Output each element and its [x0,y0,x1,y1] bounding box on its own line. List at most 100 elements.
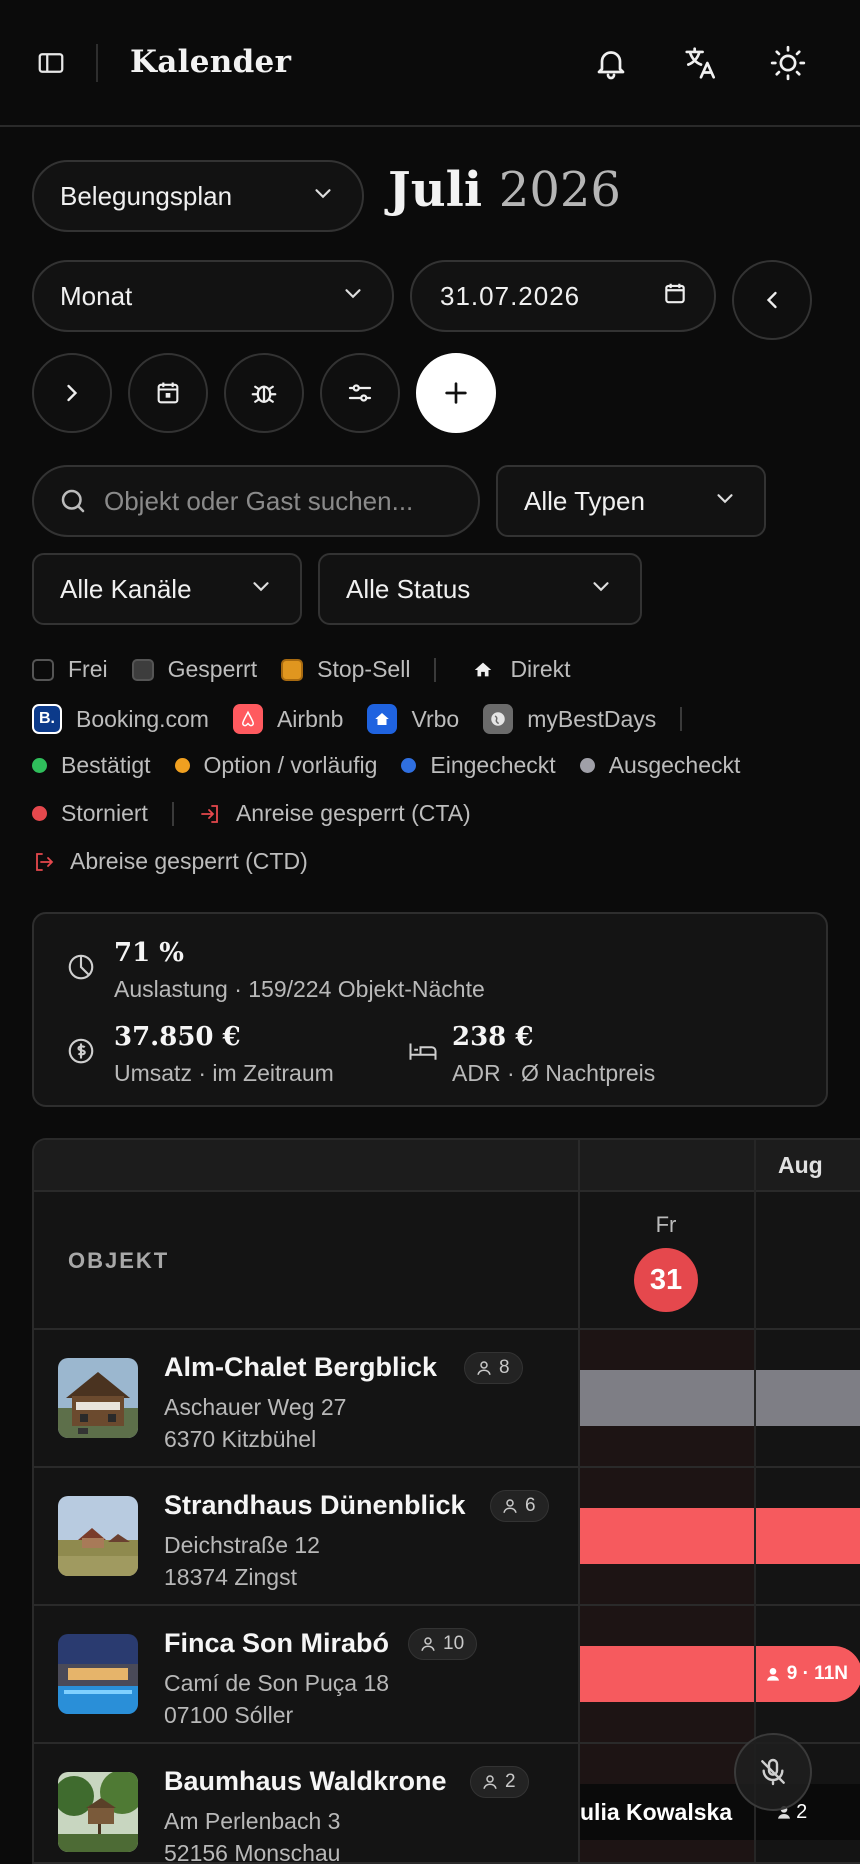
checkedout-dot [579,758,595,773]
bed-icon [409,1043,437,1060]
booking-bar[interactable]: 9 · 11N [580,1646,860,1702]
legend-free: Frei [68,656,108,682]
property-thumbnail [58,1358,138,1438]
booking-bar[interactable] [580,1508,860,1564]
add-button[interactable] [416,353,496,433]
prev-button[interactable] [732,260,812,340]
login-icon [201,804,218,823]
debug-button[interactable] [224,353,304,433]
property-name[interactable]: Baumhaus Waldkrone [164,1766,447,1797]
property-street: Am Perlenbach 3 [164,1808,341,1834]
option-dot [174,758,190,773]
sun-icon[interactable] [767,42,809,84]
booking-bar[interactable] [580,1370,860,1426]
property-name[interactable]: Strandhaus Dünenblick [164,1490,466,1521]
translate-icon[interactable] [680,42,722,84]
property-thumbnail [58,1496,138,1576]
status-filter-value: Alle Status [346,573,471,604]
property-thumbnail [58,1634,138,1714]
calendar-icon[interactable] [662,281,688,312]
legend-row-ctd: Abreise gesperrt (CTD) [32,848,332,875]
chevron-down-icon [588,574,614,605]
adr-value: 238 € [452,1022,534,1052]
legend-cancelled: Storniert [61,800,148,826]
property-street: Aschauer Weg 27 [164,1394,347,1420]
property-name[interactable]: Finca Son Mirabó [164,1628,389,1659]
legend-ctd: Abreise gesperrt (CTD) [70,848,308,874]
chevron-down-icon [712,486,738,517]
plus-icon [445,382,467,404]
cancelled-dot [32,806,47,821]
type-filter-value: Alle Typen [524,485,645,516]
home-icon [475,662,492,676]
view-select[interactable]: Belegungsplan [32,160,364,232]
table-row[interactable]: Alm-Chalet Bergblick 8 Aschauer Weg 27 6… [34,1328,860,1468]
type-filter[interactable]: Alle Typen [496,465,766,537]
currency-icon [68,1038,94,1064]
date-input[interactable]: 31.07.2026 [410,260,716,332]
property-city: 18374 Zingst [164,1564,297,1590]
period-select-value: Monat [60,280,133,311]
stats-card: 71 % Auslastung · 159/224 Objekt-Nächte … [32,912,828,1107]
search-input[interactable]: Objekt oder Gast suchen... [32,465,480,537]
occupancy-table: Aug OBJEKT Fr 31 Alm-Chalet Bergblick 8 … [32,1138,860,1864]
booking-bar-guests: 2 [796,1800,808,1823]
channel-filter-value: Alle Kanäle [60,573,192,604]
month-title: Juli 2026 [388,162,621,218]
mic-off-icon [761,1758,785,1786]
day-number-today[interactable]: 31 [634,1248,698,1312]
occupancy-value: 71 % [114,938,184,968]
adr-label: ADR · Ø Nachtpreis [452,1060,656,1086]
legend-row-restrictions: Storniert Anreise gesperrt (CTA) [32,800,495,827]
year: 2026 [498,162,621,218]
revenue-label: Umsatz · im Zeitraum [114,1060,334,1086]
free-swatch [32,658,54,681]
table-row[interactable]: Strandhaus Dünenblick 6 Deichstraße 12 1… [34,1466,860,1606]
status-filter[interactable]: Alle Status [318,553,642,625]
property-city: 07100 Sóller [164,1702,294,1728]
guest-capacity: 10 [443,1633,465,1654]
legend-row-channels: B. Booking.com Airbnb Vrbo myBestDays [32,704,706,734]
user-icon [766,1668,779,1681]
airbnb-icon [232,704,263,734]
voice-button[interactable] [734,1733,812,1811]
period-select[interactable]: Monat [32,260,394,332]
property-city: 52156 Monschau [164,1840,341,1864]
revenue-value: 37.850 € [114,1022,241,1052]
next-month-label: Aug [778,1152,823,1178]
today-button[interactable] [128,353,208,433]
calendar-today-icon [157,382,179,404]
confirmed-dot [32,758,47,773]
legend-blocked: Gesperrt [167,656,258,682]
chevron-right-icon [67,384,78,402]
guest-capacity: 6 [525,1495,536,1516]
settings-button[interactable] [320,353,400,433]
channel-filter[interactable]: Alle Kanäle [32,553,302,625]
guest-capacity: 2 [505,1771,516,1792]
legend-confirmed: Bestätigt [61,752,151,778]
next-button[interactable] [32,353,112,433]
object-column-header: OBJEKT [68,1248,170,1273]
property-name[interactable]: Alm-Chalet Bergblick [164,1352,437,1383]
sidebar-toggle-icon[interactable] [36,48,66,78]
legend-cta: Anreise gesperrt (CTA) [235,800,471,826]
chevron-left-icon [766,291,777,309]
top-bar: Kalender [0,0,860,127]
search-icon [61,489,85,513]
bell-icon[interactable] [590,42,632,84]
blocked-swatch [131,658,154,681]
legend-option: Option / vorläufig [203,752,378,778]
month-name: Juli [388,162,483,218]
guest-capacity-badge: 10 [408,1628,478,1660]
legend-divider [680,707,683,731]
table-row[interactable]: Finca Son Mirabó 10 Camí de Son Puça 18 … [34,1604,860,1744]
user-icon [483,1775,497,1789]
property-city: 6370 Kitzbühel [164,1426,317,1452]
header-divider [96,44,98,82]
booking-bar[interactable]: ulia Kowalska 2 [580,1784,860,1840]
guest-capacity: 8 [499,1357,510,1378]
page-title: Kalender [130,44,292,80]
day-name: Fr [655,1212,677,1237]
property-thumbnail [58,1772,138,1852]
month-header-band [34,1140,860,1192]
